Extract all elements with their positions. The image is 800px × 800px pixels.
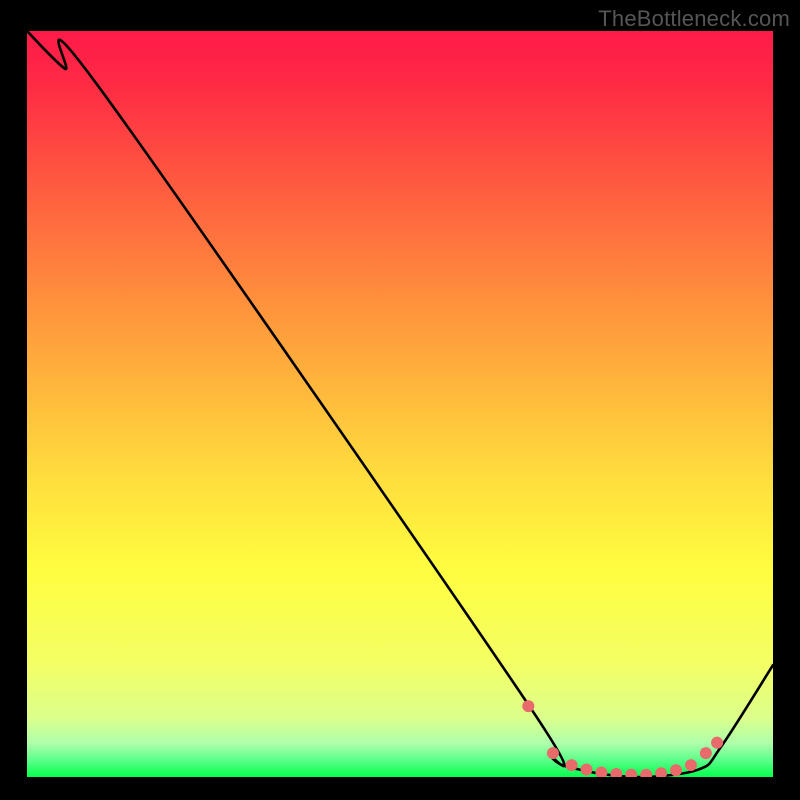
highlight-point	[566, 759, 578, 771]
chart-area	[27, 31, 773, 777]
highlight-point	[625, 769, 637, 777]
highlight-point	[700, 747, 712, 759]
highlight-point	[685, 759, 697, 771]
highlight-points	[522, 700, 723, 777]
highlight-point	[595, 767, 607, 777]
chart-overlay	[27, 31, 773, 777]
series-curve	[27, 31, 773, 777]
highlight-point	[655, 767, 667, 777]
page-root: TheBottleneck.com	[0, 0, 800, 800]
highlight-point	[522, 700, 534, 712]
highlight-point	[581, 764, 593, 776]
highlight-point	[610, 768, 622, 777]
attribution-text: TheBottleneck.com	[598, 6, 790, 32]
curve-line	[27, 31, 773, 777]
highlight-point	[670, 764, 682, 776]
highlight-point	[547, 747, 559, 759]
highlight-point	[711, 737, 723, 749]
highlight-point	[640, 769, 652, 777]
